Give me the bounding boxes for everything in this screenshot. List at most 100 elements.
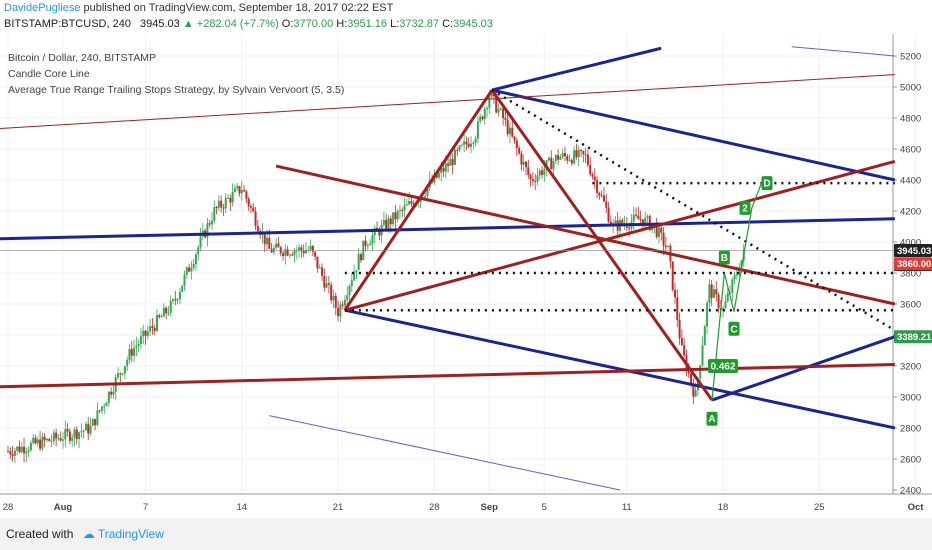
candle-body <box>341 304 344 306</box>
candle-body <box>577 149 580 158</box>
navy-pitchfork-top <box>491 46 662 92</box>
candle-body <box>541 170 544 175</box>
x-tick-label: 25 <box>814 502 825 513</box>
candle-body <box>80 431 83 433</box>
candle-body <box>327 283 330 285</box>
candle-body <box>23 446 26 454</box>
candle-body <box>735 274 738 276</box>
candle-body <box>554 155 557 161</box>
candle-body <box>323 275 326 288</box>
candle-body <box>291 254 294 256</box>
candle-body <box>43 436 46 441</box>
drawings <box>0 46 896 491</box>
candle-body <box>249 206 252 208</box>
candle-body <box>181 285 184 292</box>
y-tick-label: 3000 <box>900 393 921 404</box>
candle-body <box>586 154 589 165</box>
candle-body <box>144 330 147 336</box>
red-ascending-line <box>344 159 896 312</box>
x-tick-label: 28 <box>3 502 14 513</box>
candle-body <box>451 158 454 165</box>
candle-body <box>717 294 720 309</box>
candle-body <box>508 127 511 135</box>
x-tick-label: 28 <box>429 502 440 513</box>
y-tick-label: 2600 <box>900 455 921 466</box>
candle-body <box>534 180 537 182</box>
candle-body <box>39 439 42 449</box>
candle-body <box>165 307 168 314</box>
x-tick-label: 7 <box>143 502 148 513</box>
candle-body <box>628 227 631 229</box>
candle-body <box>531 178 534 181</box>
candle-body <box>690 373 693 384</box>
green-pattern-d <box>751 182 763 209</box>
candle-body <box>62 439 65 441</box>
candle-body <box>220 200 223 208</box>
candle-body <box>733 275 736 280</box>
candle-body <box>210 220 213 225</box>
candle-body <box>190 267 193 272</box>
x-tick-label: 14 <box>236 502 247 513</box>
legend-line-3: Average True Range Trailing Stops Strate… <box>8 84 345 96</box>
candle-body <box>288 254 291 256</box>
candle-body <box>16 446 19 451</box>
candle-body <box>497 109 500 113</box>
candle-body <box>600 195 603 197</box>
candle-body <box>337 307 340 317</box>
candle-body <box>7 451 9 453</box>
candle-body <box>527 167 530 175</box>
candle-body <box>172 299 175 301</box>
candle-body <box>25 451 28 454</box>
candle-body <box>105 402 108 406</box>
y-tick-label: 5000 <box>900 83 921 94</box>
candle-body <box>9 451 12 455</box>
candle-body <box>598 192 601 196</box>
candle-body <box>11 454 14 456</box>
candle-body <box>135 345 138 348</box>
candle-body <box>215 206 218 208</box>
candle-body <box>394 212 397 220</box>
candle-body <box>272 247 275 253</box>
y-tick-label: 2800 <box>900 424 921 435</box>
tradingview-logo-icon: ☁ <box>82 527 95 541</box>
candle-body <box>229 197 232 203</box>
candle-body <box>389 218 392 225</box>
candle-body <box>133 347 136 356</box>
candle-body <box>66 429 69 432</box>
candle-body <box>57 438 60 440</box>
candle-body <box>27 450 30 452</box>
candle-body <box>403 205 406 211</box>
candle-body <box>194 254 197 264</box>
candle-body <box>155 315 158 331</box>
candle-body <box>570 160 573 164</box>
brand-name[interactable]: TradingView <box>98 527 164 541</box>
candle-body <box>694 390 697 397</box>
candle-body <box>78 432 81 440</box>
y-tick-label: 4200 <box>900 207 921 218</box>
candle-body <box>176 299 179 301</box>
candle-body <box>602 195 605 202</box>
thin-blue-top <box>791 46 895 57</box>
candle-body <box>561 153 564 157</box>
candle-body <box>339 304 342 317</box>
candle-body <box>456 149 459 151</box>
navy-channel-upper <box>491 88 896 182</box>
candle-body <box>515 140 518 149</box>
candle-body <box>110 391 113 395</box>
x-tick-label: 11 <box>622 502 632 513</box>
candle-body <box>593 176 596 181</box>
candle-body <box>123 366 126 374</box>
candle-body <box>149 326 152 332</box>
candle-body <box>683 345 686 356</box>
candle-body <box>89 425 92 434</box>
candle-body <box>667 245 670 248</box>
candle-body <box>94 419 97 426</box>
candle-body <box>34 437 37 444</box>
candle-body <box>582 150 585 155</box>
candle-body <box>158 315 161 317</box>
candle-body <box>50 440 53 442</box>
candle-body <box>48 438 51 442</box>
candle-body <box>343 299 346 306</box>
candle-body <box>160 316 163 318</box>
candle-body <box>437 172 440 178</box>
